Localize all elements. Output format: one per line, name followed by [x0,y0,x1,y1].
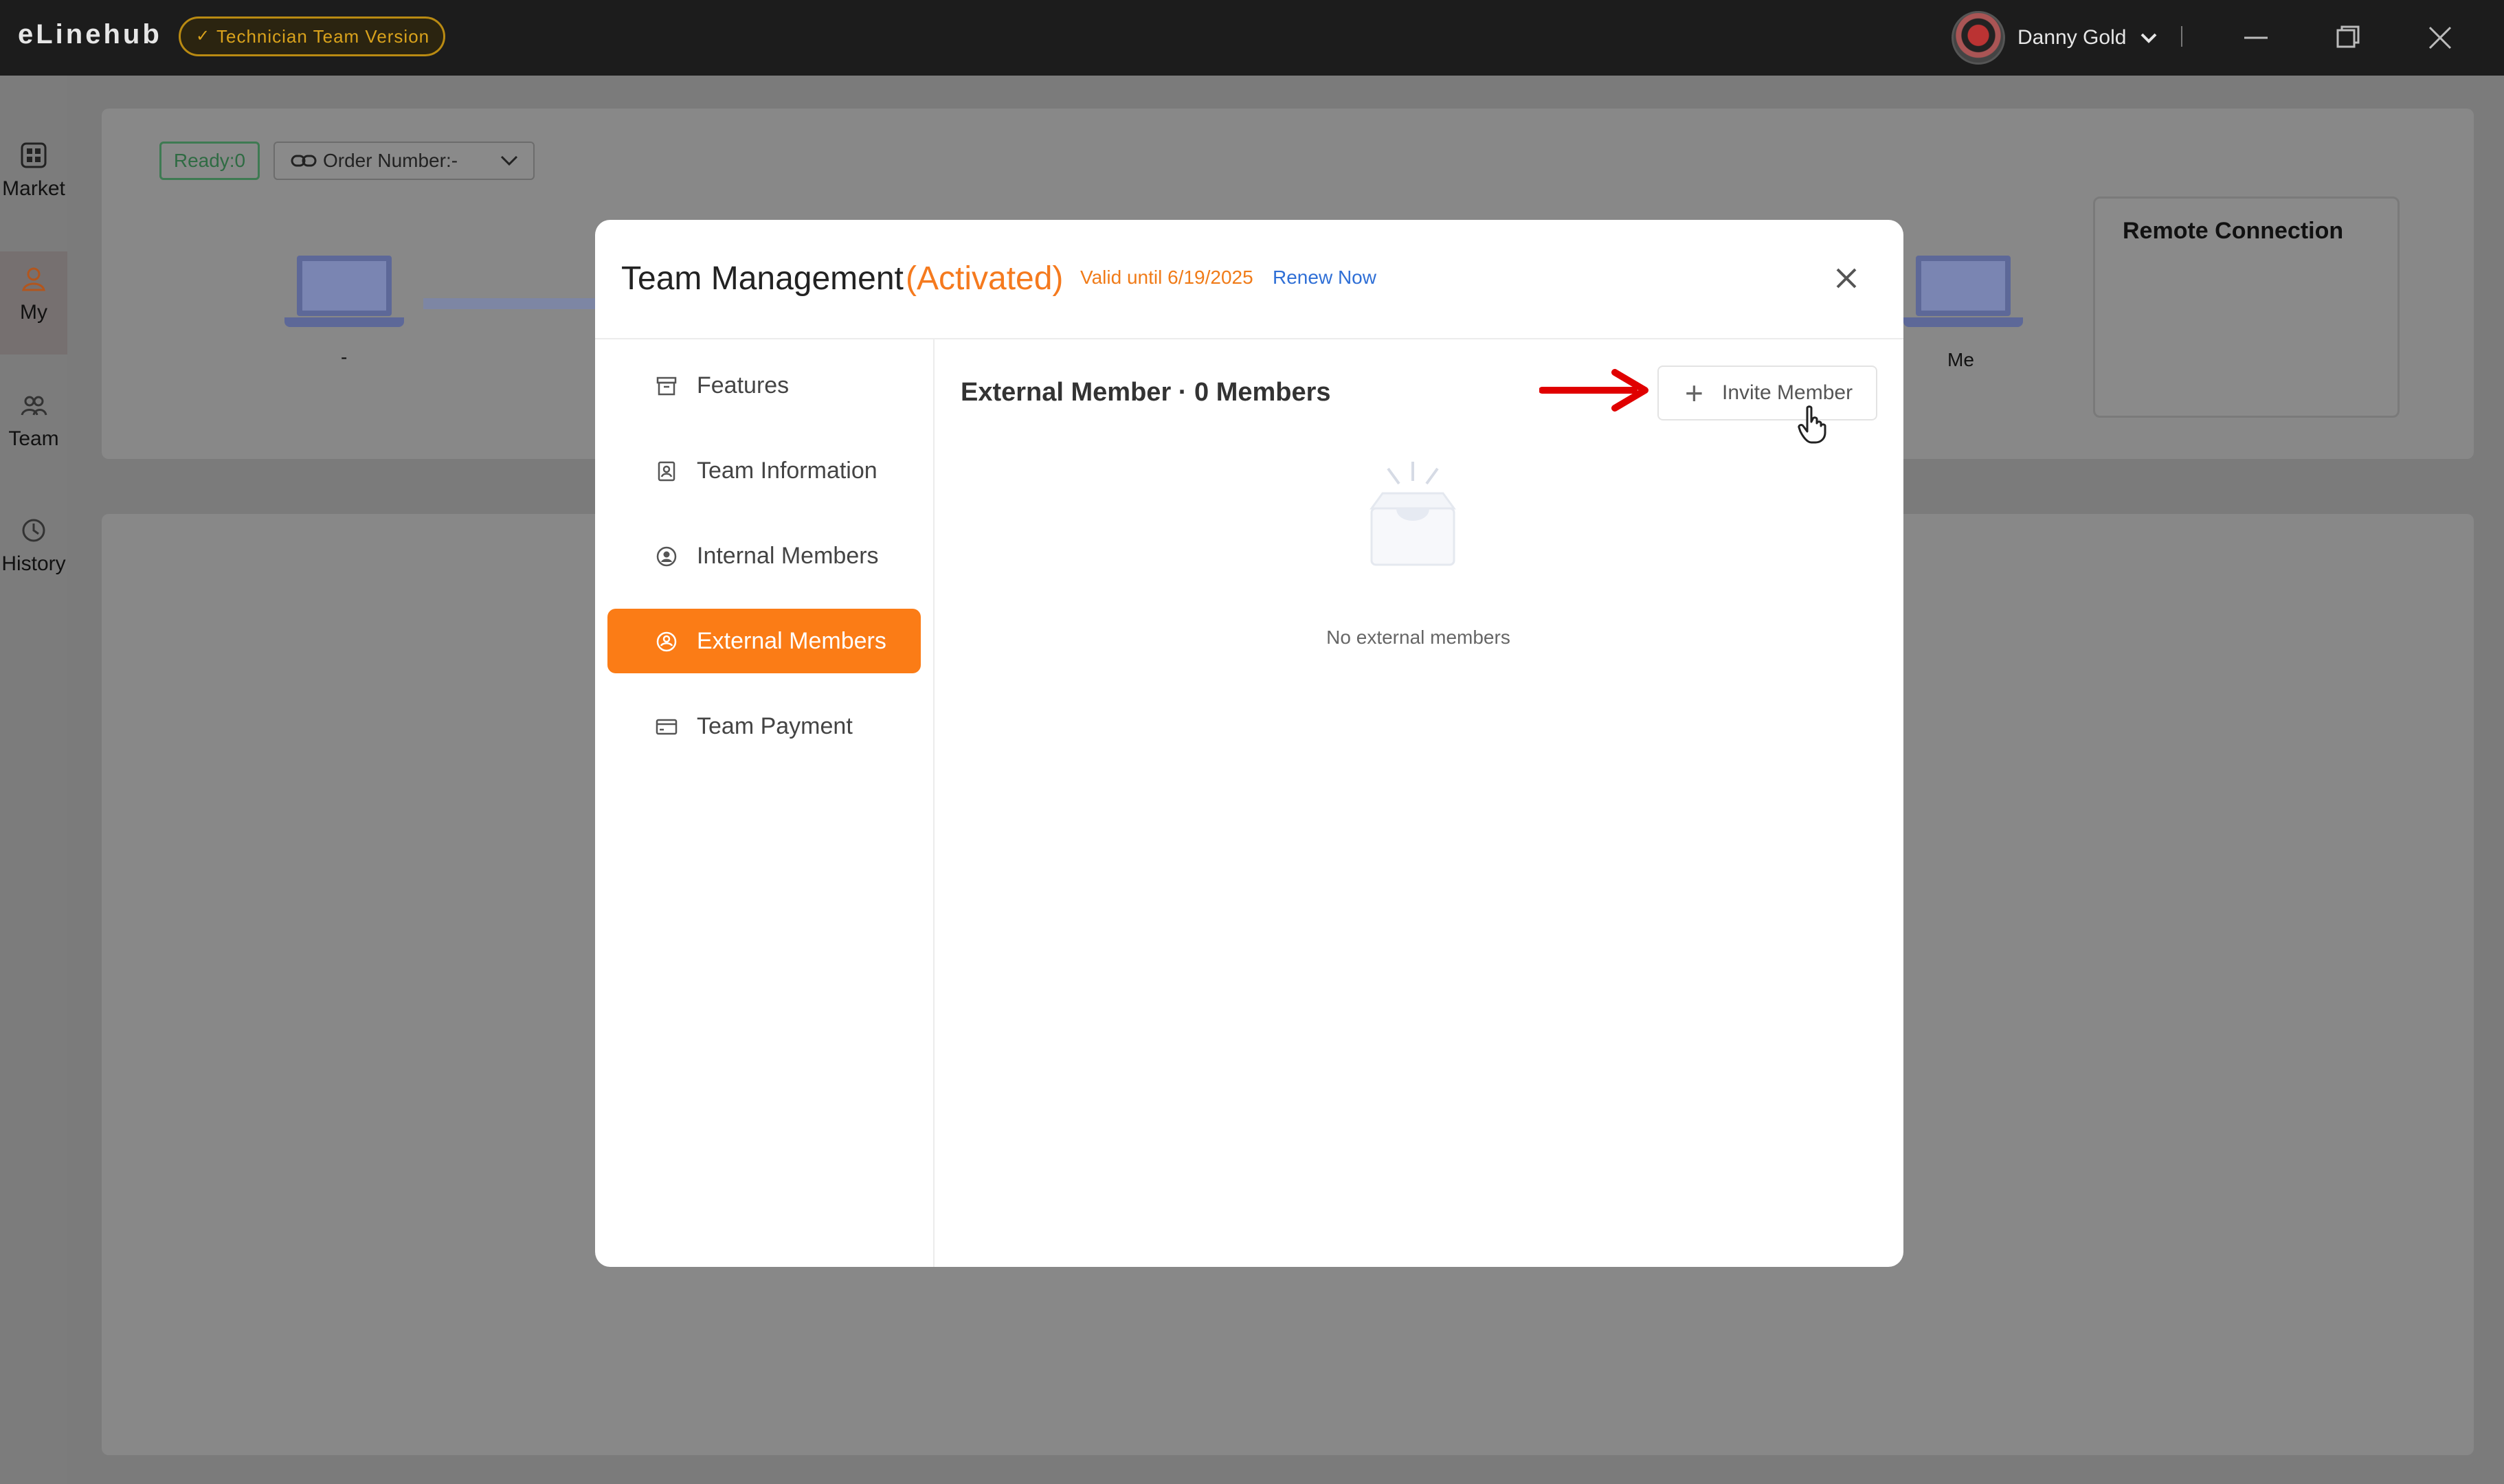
nav-item-team-information[interactable]: Team Information [607,438,921,503]
nav-label: Internal Members [697,543,879,569]
nav-label: Team Payment [697,713,853,739]
nav-item-internal-members[interactable]: Internal Members [607,524,921,588]
rail-label: Team [8,427,59,450]
nav-item-team-payment[interactable]: Team Payment [607,694,921,758]
activation-status: (Activated) [906,260,1064,297]
invite-member-button[interactable]: + Invite Member [1657,366,1877,420]
valid-until-text: Valid until 6/19/2025 [1080,267,1253,288]
user-menu[interactable]: Danny Gold [1952,11,2159,65]
card-icon [656,719,678,735]
laptop-icon [1903,256,2023,331]
title-bar: eLinehub ✓ Technician Team Version Danny… [0,0,2504,76]
minimize-button[interactable] [2239,21,2273,55]
grid-icon [21,142,47,168]
order-number-label: Order Number:- [323,150,458,171]
annotation-arrow-icon [1539,369,1648,412]
person-icon [22,267,45,291]
plus-icon: + [1685,375,1703,411]
laptop-icon [284,256,404,331]
minimize-icon [2244,36,2268,39]
avatar[interactable] [1952,11,2005,65]
connection-line [423,298,595,309]
user-circle-icon [656,546,677,567]
empty-inbox-icon [1370,462,1456,566]
box-icon [656,376,677,396]
id-card-icon [658,461,675,482]
order-number-select[interactable]: Order Number:- [273,142,535,180]
rail-label: Market [2,177,65,200]
team-icon [21,396,47,416]
titlebar-divider [2181,26,2182,47]
rail-label: History [1,552,66,575]
close-icon [2428,26,2452,49]
check-icon: ✓ [196,27,211,45]
chevron-down-icon [500,155,518,166]
rail-item-team[interactable]: Team [0,392,67,451]
hand-cursor-icon [1798,405,1826,444]
user-name: Danny Gold [2017,26,2127,49]
version-badge: ✓ Technician Team Version [179,16,445,56]
rail-item-history[interactable]: History [0,517,67,576]
rail-item-my[interactable]: My [0,251,67,355]
dialog-side-nav: Features Team Information Internal Membe… [595,339,935,1267]
close-icon[interactable] [1829,261,1864,295]
invite-member-label: Invite Member [1722,381,1853,404]
link-icon [291,155,317,167]
renew-now-link[interactable]: Renew Now [1273,267,1376,289]
history-icon [22,519,45,542]
dialog-title: Team Management [621,260,904,297]
restore-icon [2336,25,2360,48]
version-badge-label: Technician Team Version [216,26,430,47]
nav-label: Features [697,372,790,398]
team-management-dialog: Team Management (Activated) Valid until … [595,220,1903,1267]
remote-connection-card: Remote Connection [2093,196,2400,418]
external-member-count-title: External Member · 0 Members [961,378,1331,407]
restore-button[interactable] [2331,21,2365,55]
app-brand: eLinehub [18,19,162,49]
nav-item-features[interactable]: Features [607,353,921,418]
close-window-button[interactable] [2423,21,2457,55]
empty-state-text: No external members [1326,627,1510,648]
nav-label: Team Information [697,458,877,484]
left-nav-rail: Market My Team History [0,76,67,1484]
dialog-header: Team Management (Activated) Valid until … [595,220,1903,339]
rail-label: My [20,301,47,324]
chevron-down-icon[interactable] [2138,27,2159,48]
rail-item-market[interactable]: Market [0,142,67,201]
left-device-label: - [341,346,348,368]
ready-status-tag: Ready:0 [159,142,260,180]
remote-connection-title: Remote Connection [2123,218,2344,244]
right-device-label: Me [1947,349,1974,370]
